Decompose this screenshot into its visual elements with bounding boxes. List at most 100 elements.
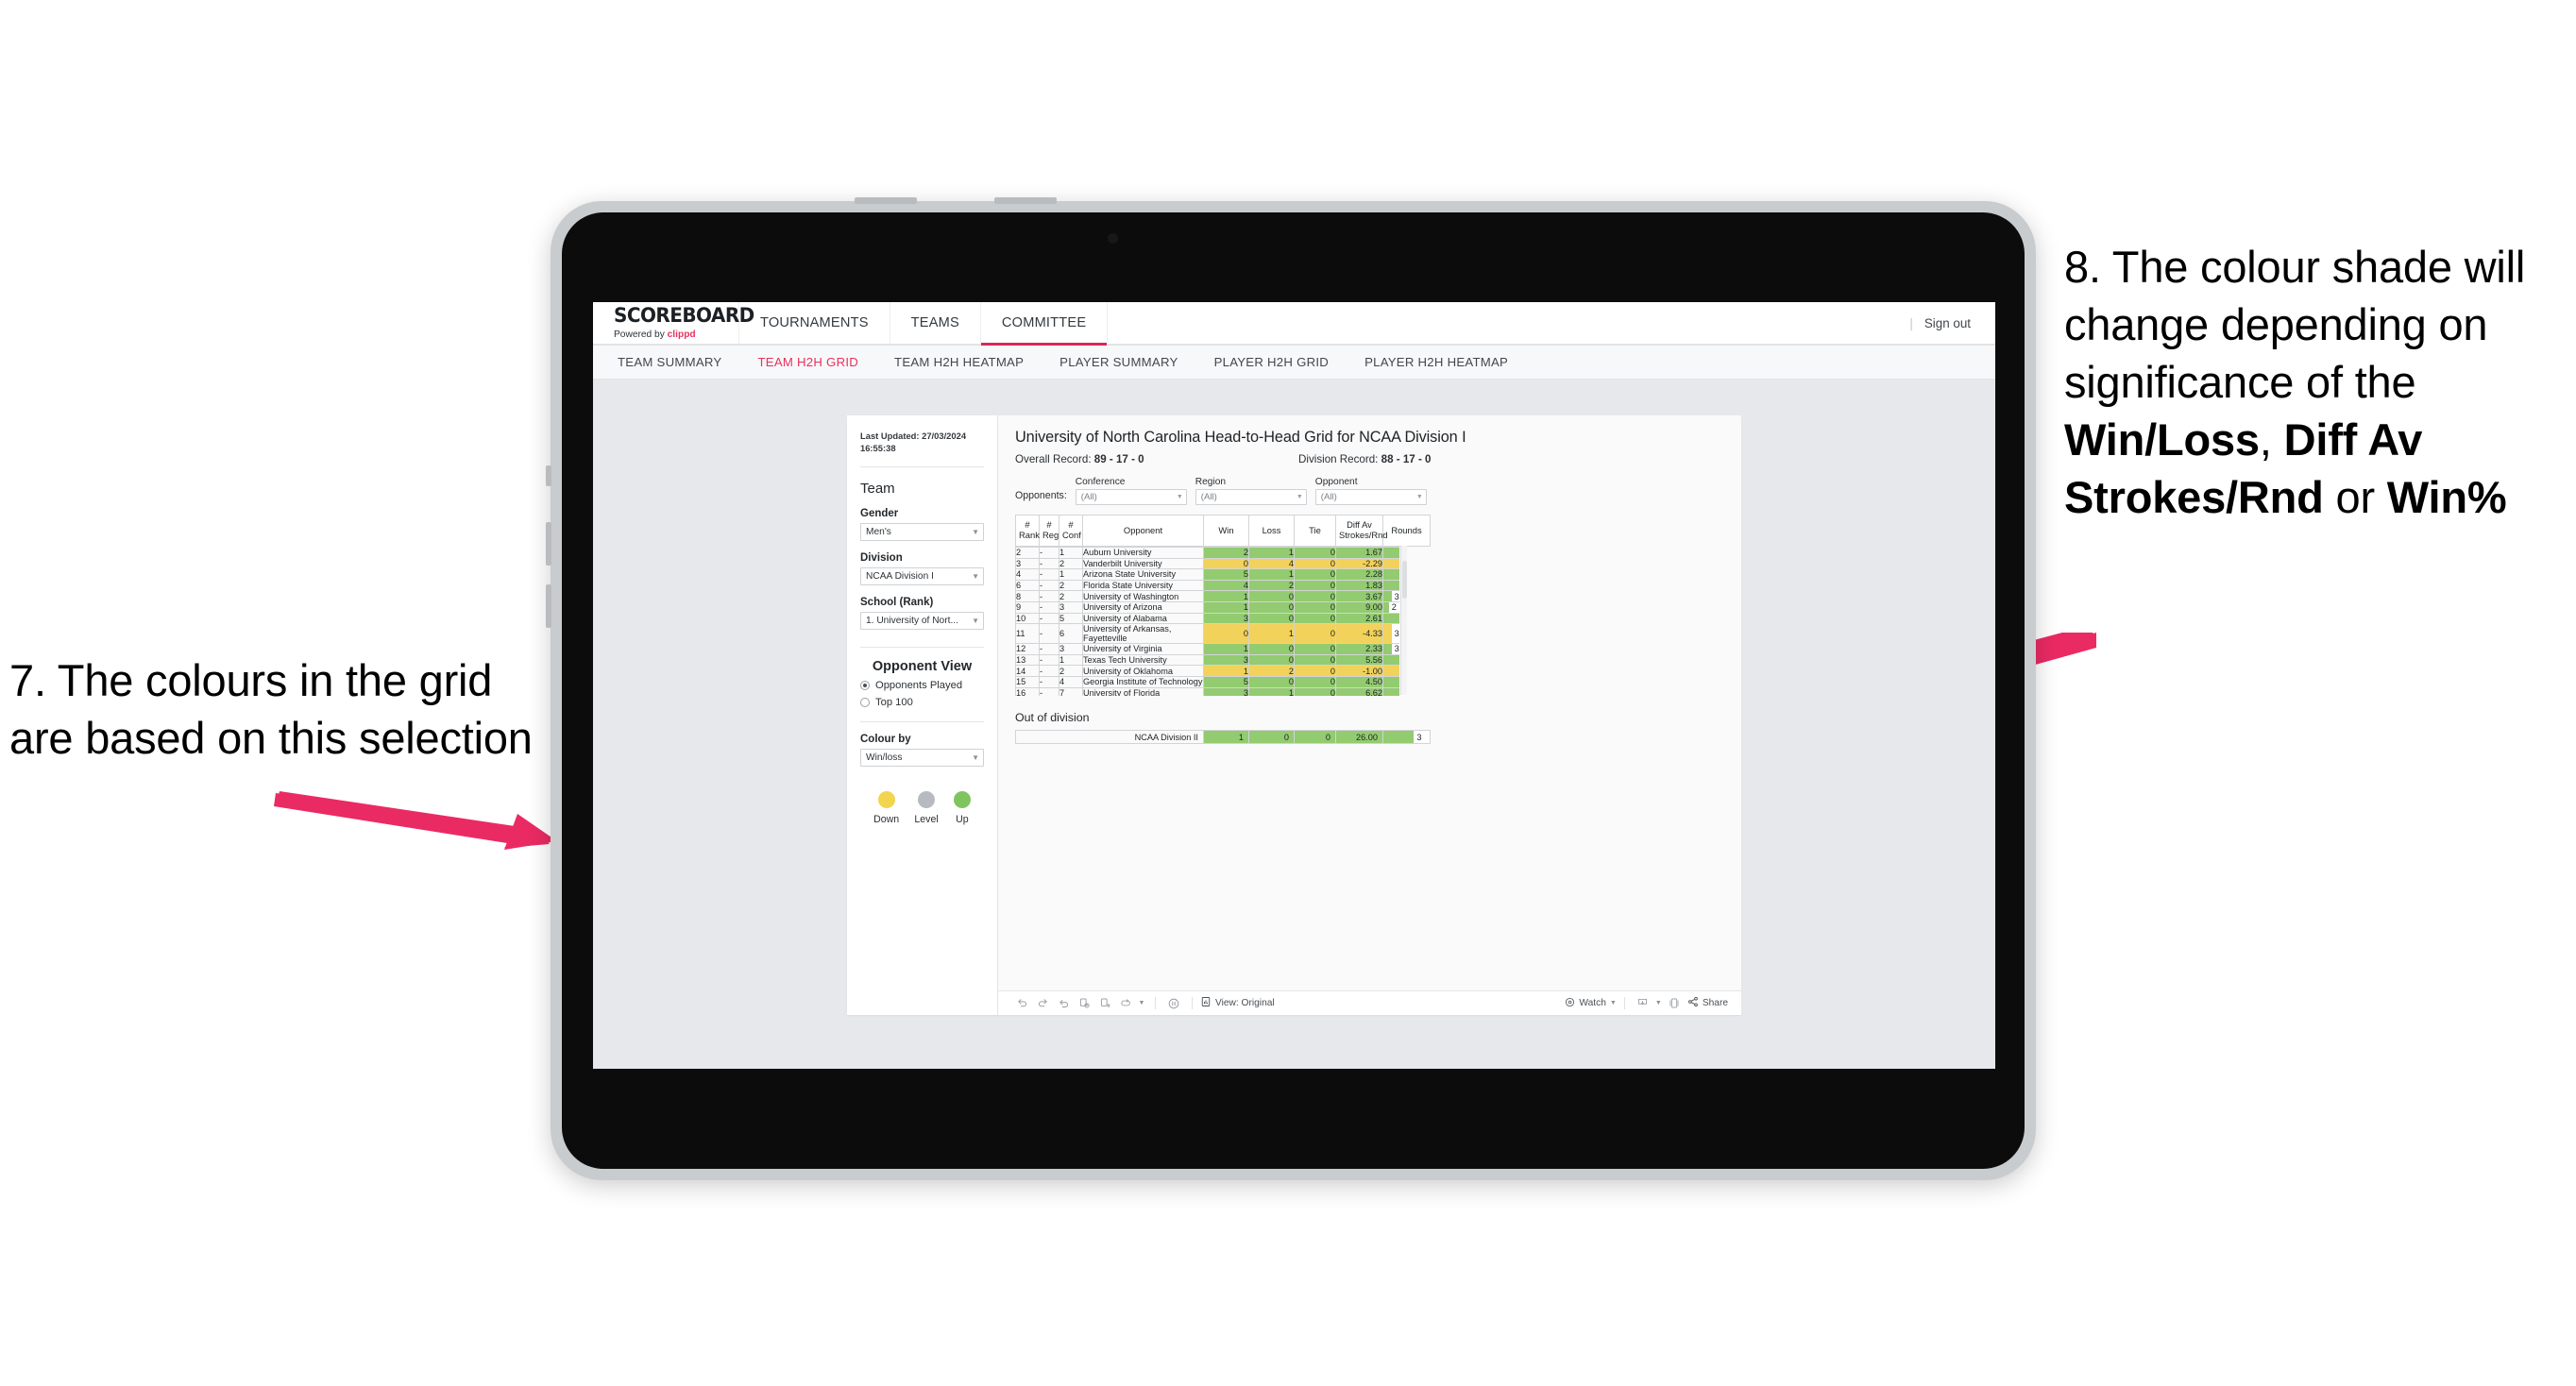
annotation-8-text: 8. The colour shade will change dependin… — [2064, 238, 2576, 526]
filter-conference-select[interactable]: (All) ▼ — [1075, 489, 1187, 505]
school-rank-select[interactable]: 1. University of Nort... ▼ — [860, 612, 984, 631]
ood-diff: 26.00 — [1335, 730, 1383, 744]
col-header-rounds[interactable]: Rounds — [1382, 515, 1431, 547]
colour-by-select[interactable]: Win/loss ▼ — [860, 749, 984, 768]
cell-conf: 6 — [1059, 623, 1083, 645]
topnav-item-committee[interactable]: COMMITTEE — [980, 302, 1109, 346]
page-title: University of North Carolina Head-to-Hea… — [1015, 429, 1466, 446]
table-row[interactable]: 15-4 Georgia Institute of Technology 5 0 0 4.… — [1015, 675, 1399, 688]
table-row[interactable]: 14-2University of Oklahoma120-1.009 — [1015, 665, 1399, 677]
sub-navigation-bar: TEAM SUMMARY TEAM H2H GRID TEAM H2H HEAT… — [593, 346, 1995, 380]
brand-logo[interactable]: SCOREBOARD Powered by clippd — [593, 302, 754, 344]
cell-diff: 2.33 — [1335, 643, 1383, 655]
cell-opponent: University of Virginia — [1082, 643, 1204, 655]
col-header-loss[interactable]: Loss — [1248, 515, 1295, 547]
table-row[interactable]: 13-1Texas Tech University3005.569 — [1015, 653, 1399, 667]
pause-icon[interactable] — [1094, 994, 1115, 1013]
cell-diff: 5.56 — [1335, 653, 1383, 667]
redo-icon[interactable] — [1032, 994, 1053, 1013]
share-button[interactable]: Share — [1687, 996, 1728, 1010]
cell-rank: 11 — [1015, 623, 1040, 645]
cell-opponent: University of Oklahoma — [1082, 665, 1204, 677]
gender-select[interactable]: Men's ▼ — [860, 523, 984, 542]
out-of-division-row[interactable]: NCAA Division II 1 0 0 26.00 3 — [1015, 730, 1431, 744]
col-header-diff-av-strokes[interactable]: Diff Av Strokes/Rnd — [1335, 515, 1388, 547]
topnav-item-tournaments[interactable]: TOURNAMENTS — [739, 302, 890, 344]
cell-opponent: Florida State University — [1082, 579, 1204, 592]
radio-top-100[interactable]: Top 100 — [860, 697, 984, 708]
table-row[interactable]: 8-2 University of Washington 1 0 0 3.67 3 — [1015, 590, 1399, 602]
table-row[interactable]: 4-1Arizona State University5102.2817 — [1015, 568, 1399, 581]
col-header-rank[interactable]: # Rank — [1015, 515, 1040, 547]
download-caret-icon[interactable]: ▼ — [1653, 994, 1664, 1013]
filter-region-select[interactable]: (All) ▼ — [1195, 489, 1307, 505]
table-row[interactable]: 10-5University of Alabama3002.618 — [1015, 612, 1399, 625]
device-layout-icon[interactable] — [1664, 994, 1685, 1013]
out-of-division-title: Out of division — [1015, 711, 1090, 724]
cell-diff: 2.28 — [1335, 568, 1383, 581]
colour-by-label: Colour by — [860, 734, 911, 746]
cell-rounds: 9 — [1382, 653, 1399, 667]
h2h-grid-scrollbar[interactable] — [1400, 546, 1407, 695]
table-row[interactable]: 12-3 University of Virginia 1 0 0 2.33 3 — [1015, 643, 1399, 655]
pause-auto-update-icon[interactable] — [1163, 994, 1184, 1013]
subnav-item-team-summary[interactable]: TEAM SUMMARY — [618, 355, 740, 369]
col-header-conf[interactable]: # Conf — [1059, 515, 1083, 547]
revert-icon[interactable] — [1053, 994, 1074, 1013]
chevron-down-icon: ▼ — [972, 527, 979, 536]
signout-button[interactable]: Sign out — [1924, 316, 1971, 330]
table-row[interactable]: 16-7University of Florida3106.629 — [1015, 686, 1399, 696]
view-original-button[interactable]: View: Original — [1200, 996, 1275, 1010]
subnav-item-player-h2h-grid[interactable]: PLAYER H2H GRID — [1214, 355, 1348, 369]
filter-opponent-select[interactable]: (All) ▼ — [1314, 489, 1427, 505]
col-header-tie[interactable]: Tie — [1294, 515, 1336, 547]
table-row[interactable]: 6-2Florida State University4201.8312 — [1015, 579, 1399, 592]
cell-opponent: University of Arizona — [1082, 600, 1204, 614]
filter-dropdown-caret-icon[interactable]: ▼ — [1136, 994, 1147, 1013]
cell-tie: 0 — [1294, 590, 1336, 602]
cell-rounds: 9 — [1382, 675, 1399, 688]
cell-win: 1 — [1203, 665, 1249, 677]
subnav-item-player-h2h-heatmap[interactable]: PLAYER H2H HEATMAP — [1364, 355, 1527, 369]
col-header-rank-l2: Rank — [1019, 530, 1040, 540]
table-row[interactable]: 9-3 University of Arizona 1 0 0 9.00 2 — [1015, 600, 1399, 614]
table-row[interactable]: 3-2Vanderbilt University040-2.298 — [1015, 557, 1399, 570]
cell-diff: -1.00 — [1335, 665, 1383, 677]
cell-tie: 0 — [1294, 653, 1336, 667]
last-updated-text: Last Updated: 27/03/2024 16:55:38 — [860, 431, 967, 453]
radio-opponents-played[interactable]: Opponents Played — [860, 680, 984, 691]
subnav-item-player-summary[interactable]: PLAYER SUMMARY — [1059, 355, 1196, 369]
table-row[interactable]: 2-1Auburn University2101.679 — [1015, 547, 1399, 559]
cell-loss: 0 — [1248, 612, 1295, 625]
h2h-grid-body-scroll-area[interactable]: 2-1Auburn University2101.6793-2Vanderbil… — [1015, 547, 1399, 696]
watch-button[interactable]: Watch ▼ — [1565, 997, 1617, 1010]
undo-icon[interactable] — [1011, 994, 1032, 1013]
chevron-down-icon: ▼ — [1609, 1000, 1617, 1006]
division-select[interactable]: NCAA Division I ▼ — [860, 567, 984, 586]
front-camera-icon — [1108, 233, 1118, 244]
legend-label-up: Up — [956, 814, 969, 826]
col-header-reg[interactable]: # Reg — [1039, 515, 1059, 547]
col-header-reg-l1: # — [1046, 519, 1052, 531]
refresh-icon[interactable] — [1074, 994, 1094, 1013]
colour-by-value: Win/loss — [866, 752, 903, 764]
cell-loss: 2 — [1248, 579, 1295, 592]
subnav-item-team-h2h-heatmap[interactable]: TEAM H2H HEATMAP — [894, 355, 1042, 369]
cell-tie: 0 — [1294, 623, 1336, 645]
ood-rounds: 3 — [1382, 730, 1431, 744]
chevron-down-icon: ▼ — [972, 616, 979, 625]
col-header-opponent[interactable]: Opponent — [1082, 515, 1204, 547]
legend-dot-level — [918, 791, 936, 809]
download-icon[interactable] — [1633, 994, 1653, 1013]
cell-tie: 0 — [1294, 600, 1336, 614]
cell-conf: 1 — [1059, 547, 1083, 559]
subnav-item-team-h2h-grid[interactable]: TEAM H2H GRID — [757, 355, 877, 369]
table-row[interactable]: 11-6 University of Arkansas, Fayetteville… — [1015, 623, 1399, 645]
cell-tie: 0 — [1294, 612, 1336, 625]
topnav-item-teams[interactable]: TEAMS — [890, 302, 981, 344]
cell-conf: 2 — [1059, 665, 1083, 677]
col-header-win[interactable]: Win — [1203, 515, 1249, 547]
cell-reg: - — [1039, 557, 1059, 570]
filter-shape-icon[interactable] — [1115, 994, 1136, 1013]
scrollbar-thumb[interactable] — [1402, 561, 1407, 599]
